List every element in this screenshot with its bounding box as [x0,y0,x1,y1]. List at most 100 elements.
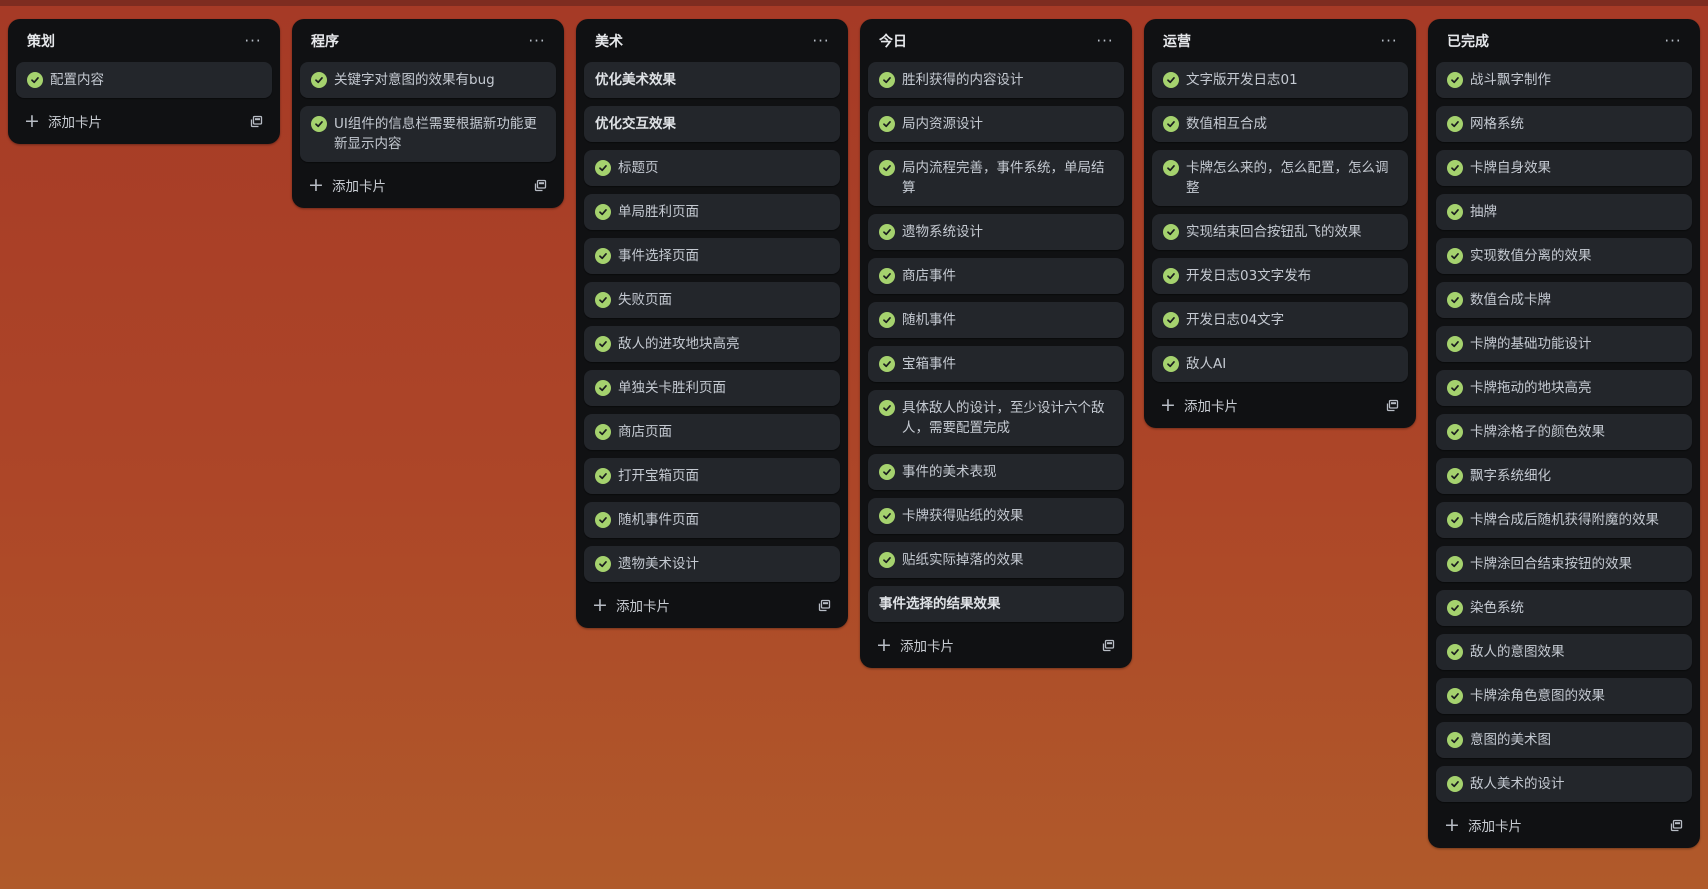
more-horizontal-icon[interactable]: ··· [241,32,265,50]
check-circle-icon[interactable] [1447,556,1463,572]
card[interactable]: 敌人的进攻地块高亮 [584,326,840,362]
check-circle-icon[interactable] [595,160,611,176]
check-circle-icon[interactable] [879,160,895,176]
check-circle-icon[interactable] [879,312,895,328]
list-title[interactable]: 策划 [27,31,55,51]
check-circle-icon[interactable] [1163,72,1179,88]
check-circle-icon[interactable] [1447,336,1463,352]
check-circle-icon[interactable] [1163,224,1179,240]
card-template-icon[interactable] [1384,397,1400,413]
list-title[interactable]: 程序 [311,31,339,51]
card[interactable]: 贴纸实际掉落的效果 [868,542,1124,578]
card[interactable]: 失败页面 [584,282,840,318]
card[interactable]: 单独关卡胜利页面 [584,370,840,406]
check-circle-icon[interactable] [879,552,895,568]
check-circle-icon[interactable] [1447,380,1463,396]
card[interactable]: 商店事件 [868,258,1124,294]
check-circle-icon[interactable] [595,468,611,484]
list-title[interactable]: 今日 [879,31,907,51]
card[interactable]: 卡牌涂回合结束按钮的效果 [1436,546,1692,582]
card[interactable]: 标题页 [584,150,840,186]
card[interactable]: 卡牌怎么来的，怎么配置，怎么调整 [1152,150,1408,206]
check-circle-icon[interactable] [595,380,611,396]
card[interactable]: 卡牌涂角色意图的效果 [1436,678,1692,714]
more-horizontal-icon[interactable]: ··· [1377,32,1401,50]
card[interactable]: 胜利获得的内容设计 [868,62,1124,98]
card[interactable]: 数值合成卡牌 [1436,282,1692,318]
list-title[interactable]: 已完成 [1447,31,1489,51]
card[interactable]: 开发日志03文字发布 [1152,258,1408,294]
add-card-button[interactable]: + 添加卡片 [24,111,102,132]
check-circle-icon[interactable] [879,400,895,416]
card[interactable]: 卡牌自身效果 [1436,150,1692,186]
card[interactable]: 战斗飘字制作 [1436,62,1692,98]
check-circle-icon[interactable] [879,268,895,284]
check-circle-icon[interactable] [1447,468,1463,484]
check-circle-icon[interactable] [1447,732,1463,748]
card[interactable]: 卡牌的基础功能设计 [1436,326,1692,362]
card[interactable]: 卡牌合成后随机获得附魔的效果 [1436,502,1692,538]
check-circle-icon[interactable] [1447,424,1463,440]
check-circle-icon[interactable] [1163,160,1179,176]
more-horizontal-icon[interactable]: ··· [525,32,549,50]
card[interactable]: 关键字对意图的效果有bug [300,62,556,98]
card[interactable]: 优化交互效果 [584,106,840,142]
card[interactable]: 随机事件 [868,302,1124,338]
check-circle-icon[interactable] [1447,600,1463,616]
card[interactable]: 敌人的意图效果 [1436,634,1692,670]
check-circle-icon[interactable] [1447,204,1463,220]
card[interactable]: 意图的美术图 [1436,722,1692,758]
card[interactable]: 敌人美术的设计 [1436,766,1692,802]
check-circle-icon[interactable] [1447,160,1463,176]
check-circle-icon[interactable] [879,464,895,480]
card[interactable]: 开发日志04文字 [1152,302,1408,338]
check-circle-icon[interactable] [1447,776,1463,792]
card[interactable]: 遗物系统设计 [868,214,1124,250]
card[interactable]: 卡牌拖动的地块高亮 [1436,370,1692,406]
check-circle-icon[interactable] [595,204,611,220]
card[interactable]: 配置内容 [16,62,272,98]
check-circle-icon[interactable] [879,116,895,132]
check-circle-icon[interactable] [879,224,895,240]
check-circle-icon[interactable] [879,72,895,88]
card[interactable]: 商店页面 [584,414,840,450]
list-title[interactable]: 运营 [1163,31,1191,51]
add-card-button[interactable]: + 添加卡片 [1444,815,1522,836]
card[interactable]: 局内流程完善，事件系统，单局结算 [868,150,1124,206]
card[interactable]: 染色系统 [1436,590,1692,626]
check-circle-icon[interactable] [1163,312,1179,328]
card[interactable]: 卡牌获得贴纸的效果 [868,498,1124,534]
card[interactable]: 文字版开发日志01 [1152,62,1408,98]
card-template-icon[interactable] [1100,637,1116,653]
card[interactable]: 打开宝箱页面 [584,458,840,494]
card[interactable]: 实现数值分离的效果 [1436,238,1692,274]
list-title[interactable]: 美术 [595,31,623,51]
card[interactable]: 优化美术效果 [584,62,840,98]
check-circle-icon[interactable] [595,292,611,308]
add-card-button[interactable]: + 添加卡片 [876,635,954,656]
check-circle-icon[interactable] [595,248,611,264]
card[interactable]: 飘字系统细化 [1436,458,1692,494]
check-circle-icon[interactable] [1447,72,1463,88]
check-circle-icon[interactable] [1447,116,1463,132]
card[interactable]: 局内资源设计 [868,106,1124,142]
check-circle-icon[interactable] [595,556,611,572]
check-circle-icon[interactable] [595,424,611,440]
card[interactable]: 事件的美术表现 [868,454,1124,490]
check-circle-icon[interactable] [595,336,611,352]
card[interactable]: 网格系统 [1436,106,1692,142]
check-circle-icon[interactable] [1163,116,1179,132]
card[interactable]: 事件选择的结果效果 [868,586,1124,622]
check-circle-icon[interactable] [311,116,327,132]
card-template-icon[interactable] [248,113,264,129]
check-circle-icon[interactable] [1163,268,1179,284]
card[interactable]: 卡牌涂格子的颜色效果 [1436,414,1692,450]
card-template-icon[interactable] [1668,817,1684,833]
card[interactable]: 具体敌人的设计，至少设计六个敌人，需要配置完成 [868,390,1124,446]
card[interactable]: 单局胜利页面 [584,194,840,230]
card-template-icon[interactable] [816,597,832,613]
card[interactable]: 随机事件页面 [584,502,840,538]
check-circle-icon[interactable] [1163,356,1179,372]
check-circle-icon[interactable] [1447,292,1463,308]
check-circle-icon[interactable] [27,72,43,88]
